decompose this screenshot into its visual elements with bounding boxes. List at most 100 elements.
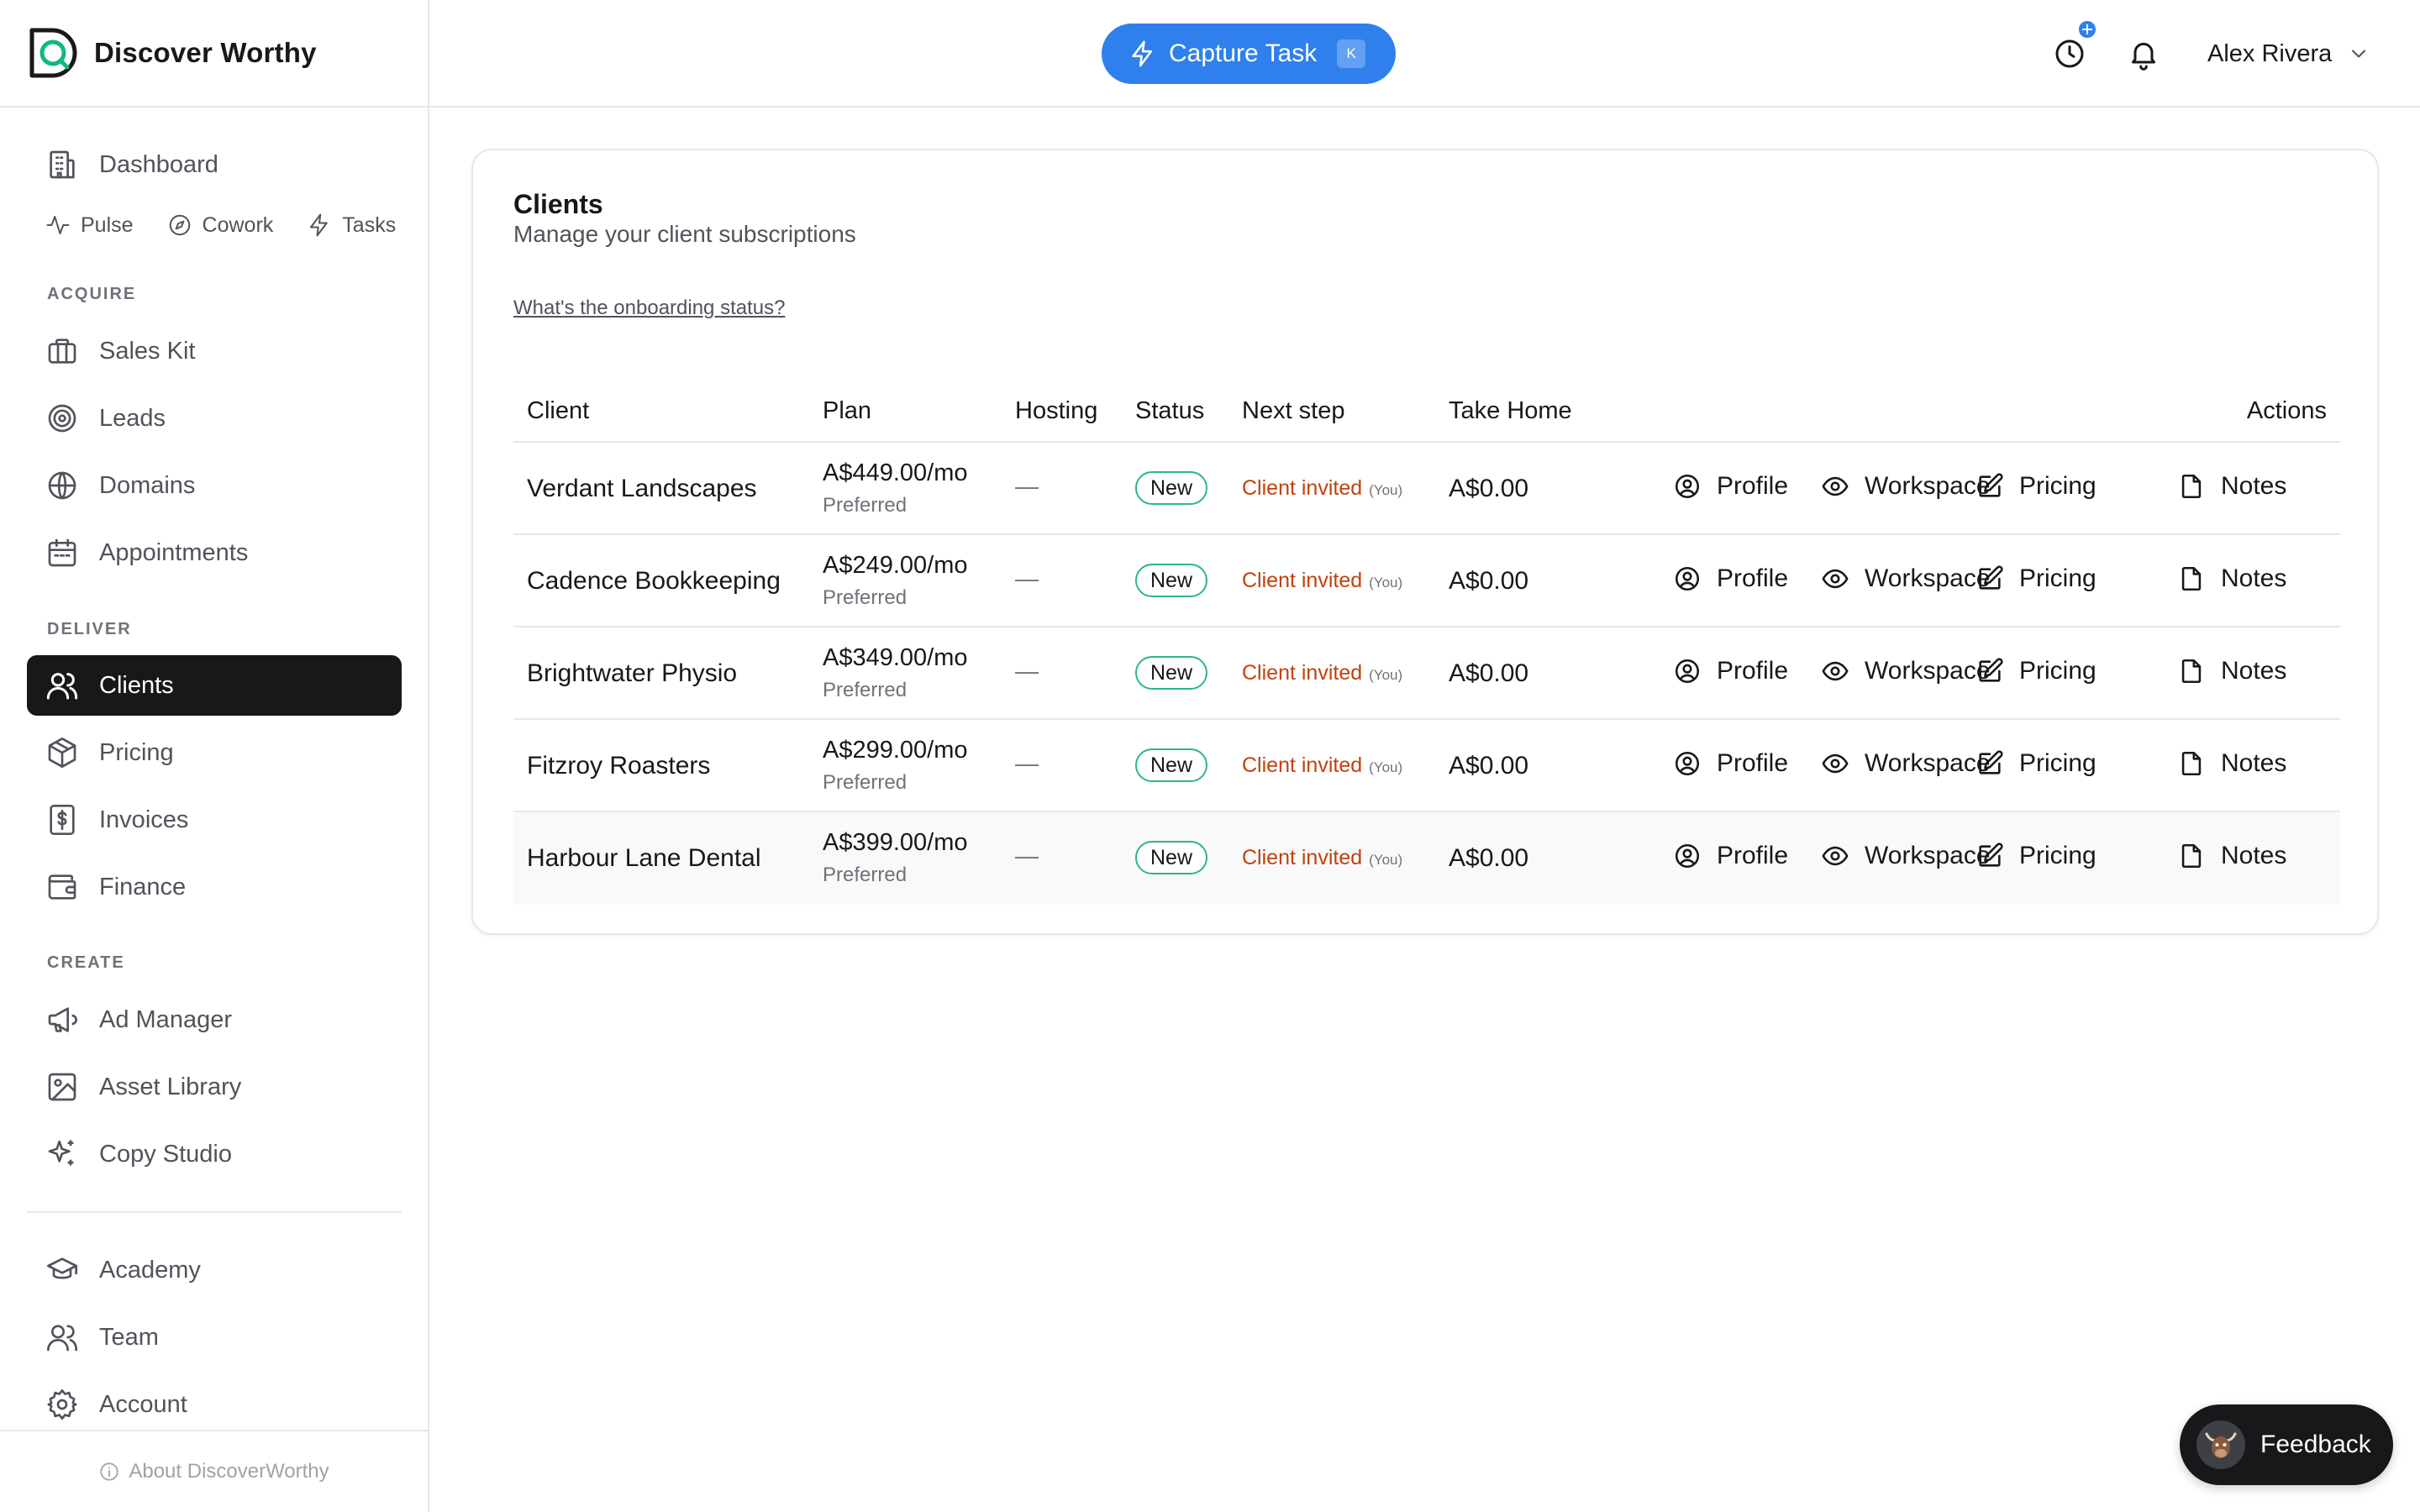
eye-icon (1821, 657, 1849, 685)
workspace-action-label: Workspace (1865, 472, 1991, 500)
take-home-value: A$0.00 (1449, 844, 1529, 872)
client-name[interactable]: Fitzroy Roasters (527, 752, 710, 780)
capture-task-button[interactable]: Capture Task K (1102, 24, 1396, 84)
client-name[interactable]: Cadence Bookkeeping (527, 567, 781, 596)
subnav-item-tasks[interactable]: Tasks (307, 213, 396, 238)
subnav-item-pulse[interactable]: Pulse (45, 213, 134, 238)
subnav-label: Tasks (342, 213, 397, 237)
workspace-action-button[interactable]: Workspace (1821, 657, 1991, 685)
status-badge: New (1135, 656, 1208, 690)
next-step-owner: (You) (1369, 759, 1403, 775)
client-name[interactable]: Verdant Landscapes (527, 475, 757, 503)
client-name[interactable]: Harbour Lane Dental (527, 844, 761, 873)
sidebar-item-clients[interactable]: Clients (27, 655, 402, 716)
profile-action-button[interactable]: Profile (1673, 472, 1788, 501)
pricing-action-button[interactable]: Pricing (1975, 472, 2096, 501)
client-name[interactable]: Brightwater Physio (527, 659, 737, 688)
status-badge: New (1135, 564, 1208, 597)
gear-icon (45, 1388, 79, 1421)
profile-action-button[interactable]: Profile (1673, 657, 1788, 685)
workspace-action-button[interactable]: Workspace (1821, 842, 1991, 870)
plan-price: A$449.00/mo (823, 459, 968, 486)
sidebar-item-asset-library[interactable]: Asset Library (27, 1057, 402, 1117)
feedback-label: Feedback (2260, 1431, 2371, 1458)
notes-action-button[interactable]: Notes (2177, 657, 2286, 685)
workspace-action-label: Workspace (1865, 564, 1991, 592)
sidebar-item-copy-studio[interactable]: Copy Studio (27, 1124, 402, 1184)
section-label-acquire: ACQUIRE (47, 285, 137, 303)
user-name: Alex Rivera (2207, 39, 2333, 67)
user-circle-icon (1673, 842, 1702, 870)
subnav-label: Cowork (202, 213, 274, 237)
building-icon (45, 148, 79, 181)
sidebar-item-label: Pricing (99, 738, 174, 766)
edit-icon (1975, 749, 2004, 778)
workspace-action-button[interactable]: Workspace (1821, 749, 1991, 778)
profile-action-button[interactable]: Profile (1673, 564, 1788, 593)
sidebar-item-leads[interactable]: Leads (27, 388, 402, 449)
onboarding-status-link[interactable]: What's the onboarding status? (513, 297, 785, 320)
take-home-value: A$0.00 (1449, 475, 1529, 502)
workspace-action-button[interactable]: Workspace (1821, 564, 1991, 593)
sidebar-item-label: Dashboard (99, 150, 218, 178)
sidebar-item-academy[interactable]: Academy (27, 1240, 402, 1300)
sidebar-item-dashboard[interactable]: Dashboard (27, 134, 402, 195)
pricing-action-label: Pricing (2019, 749, 2096, 777)
capture-task-label: Capture Task (1169, 39, 1318, 67)
table-row: Verdant Landscapes A$449.00/mo Preferred — N… (513, 443, 2340, 535)
notifications-button[interactable] (2127, 37, 2160, 71)
file-icon (2177, 749, 2206, 778)
next-step: Client invited (You) (1242, 753, 1402, 778)
workspace-action-button[interactable]: Workspace (1821, 472, 1991, 501)
next-step-label: Client invited (1242, 846, 1363, 869)
sidebar-item-team[interactable]: Team (27, 1307, 402, 1368)
hosting-value: — (1015, 658, 1039, 684)
file-icon (2177, 472, 2206, 501)
edit-icon (1975, 842, 2004, 870)
brand[interactable]: Discover Worthy (0, 0, 428, 108)
clients-table: Client Plan Hosting Status Next step Tak… (513, 377, 2340, 905)
pricing-action-button[interactable]: Pricing (1975, 564, 2096, 593)
profile-action-button[interactable]: Profile (1673, 842, 1788, 870)
sidebar-item-label: Account (99, 1390, 187, 1418)
next-step: Client invited (You) (1242, 661, 1402, 685)
app-root: Discover Worthy Dashboard Pulse Cowork T… (0, 0, 2420, 1512)
workspace-action-label: Workspace (1865, 657, 1991, 685)
package-icon (45, 736, 79, 769)
next-step-label: Client invited (1242, 569, 1363, 592)
user-menu[interactable]: Alex Rivera (2207, 37, 2370, 71)
eye-icon (1821, 842, 1849, 870)
lightning-icon (307, 213, 332, 238)
status-badge: New (1135, 471, 1208, 505)
sidebar-item-finance[interactable]: Finance (27, 857, 402, 917)
pricing-action-button[interactable]: Pricing (1975, 657, 2096, 685)
notes-action-button[interactable]: Notes (2177, 749, 2286, 778)
notes-action-button[interactable]: Notes (2177, 564, 2286, 593)
pricing-action-button[interactable]: Pricing (1975, 749, 2096, 778)
sidebar-item-invoices[interactable]: Invoices (27, 790, 402, 850)
pricing-action-button[interactable]: Pricing (1975, 842, 2096, 870)
sidebar-item-pricing[interactable]: Pricing (27, 722, 402, 783)
edit-icon (1975, 472, 2004, 501)
time-tracker-button[interactable] (2053, 18, 2098, 71)
user-circle-icon (1673, 749, 1702, 778)
sidebar-item-ad-manager[interactable]: Ad Manager (27, 990, 402, 1050)
status-badge: New (1135, 841, 1208, 874)
sidebar-footer-about[interactable]: About DiscoverWorthy (0, 1430, 428, 1512)
wallet-icon (45, 870, 79, 904)
next-step: Client invited (You) (1242, 569, 1402, 593)
notes-action-button[interactable]: Notes (2177, 472, 2286, 501)
sidebar-item-domains[interactable]: Domains (27, 455, 402, 516)
table-body: Verdant Landscapes A$449.00/mo Preferred — N… (513, 443, 2340, 905)
subnav-item-cowork[interactable]: Cowork (167, 213, 274, 238)
feedback-button[interactable]: Feedback (2180, 1404, 2393, 1485)
graduation-cap-icon (45, 1253, 79, 1287)
notes-action-label: Notes (2221, 842, 2287, 869)
target-icon (45, 402, 79, 435)
sidebar-item-sales-kit[interactable]: Sales Kit (27, 321, 402, 381)
profile-action-button[interactable]: Profile (1673, 749, 1788, 778)
sidebar-item-appointments[interactable]: Appointments (27, 522, 402, 583)
workspace-action-label: Workspace (1865, 842, 1991, 869)
sidebar-item-account[interactable]: Account (27, 1374, 402, 1435)
notes-action-button[interactable]: Notes (2177, 842, 2286, 870)
